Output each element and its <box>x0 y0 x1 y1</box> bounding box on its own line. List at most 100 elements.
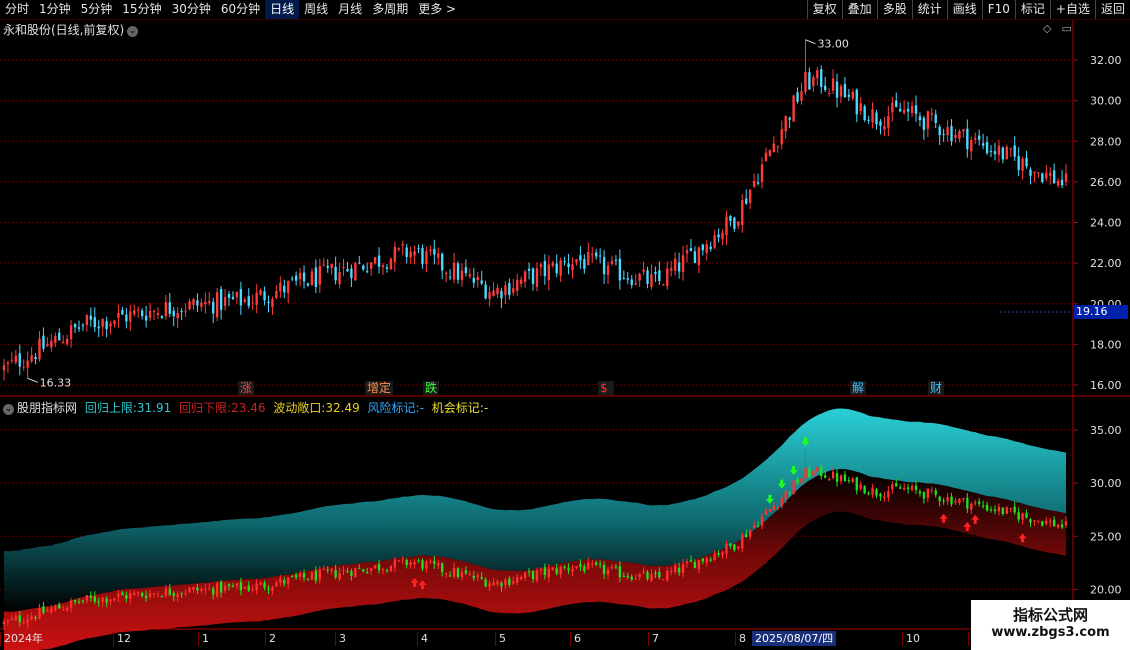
diamond-icon[interactable]: ◇ <box>1043 22 1051 35</box>
candle-body <box>54 336 57 343</box>
candle-body <box>883 126 886 130</box>
indicator-candle-body <box>922 492 926 499</box>
indicator-candle-body <box>816 467 819 472</box>
indicator-candle-body <box>488 583 491 587</box>
window-icon[interactable]: ▭ <box>1061 22 1071 35</box>
candle-body <box>812 77 815 87</box>
indicator-candle-body <box>954 501 957 503</box>
indicator-candle-body <box>105 598 108 603</box>
indicator-candle-body <box>997 506 1001 512</box>
candle-body <box>239 289 243 306</box>
candle-body <box>496 288 499 295</box>
candle-body <box>938 126 941 136</box>
candle-body <box>421 247 424 264</box>
candle-body <box>567 263 570 268</box>
candle-body <box>531 268 535 284</box>
indicator-candle-body <box>993 509 997 512</box>
indicator-candle-body <box>417 560 420 562</box>
indicator-candle-body <box>358 567 361 569</box>
indicator-candle-body <box>689 560 693 562</box>
indicator-candle-body <box>97 601 100 603</box>
indicator-candle-body <box>93 596 96 602</box>
indicator-candle-body <box>81 600 85 602</box>
indicator-candle-body <box>875 489 878 496</box>
indicator-candle-body <box>642 571 645 573</box>
candle-body <box>298 272 302 280</box>
indicator-candle-body <box>1017 512 1020 520</box>
indicator-candle-body <box>464 570 468 574</box>
chevron-down-icon[interactable]: ⌄ <box>127 26 139 37</box>
candle-body <box>314 267 318 287</box>
indicator-candle-body <box>760 516 764 526</box>
candle-body <box>981 143 985 146</box>
chart-canvas[interactable]: 32.00 30.00 28.00 26.00 24.00 22.00 20.00 18.00… <box>0 0 1130 650</box>
indicator-candle-body <box>701 558 704 562</box>
candle-body <box>1005 146 1008 160</box>
candle-body <box>362 265 365 270</box>
chevron-down-icon[interactable]: ⌄ <box>3 404 14 415</box>
main-chart-icons: ◇ ▭ <box>1043 22 1082 35</box>
candle-body <box>267 301 270 304</box>
indicator-candle-body <box>38 607 41 619</box>
indicator-candle-body <box>531 570 535 580</box>
candle-body <box>701 244 704 251</box>
indicator-candle-body <box>583 566 586 572</box>
indicator-candle-body <box>930 489 933 491</box>
indicator-candle-body <box>85 595 89 601</box>
candle-body <box>500 290 503 299</box>
candle-body <box>417 248 420 250</box>
candle-body <box>638 273 641 281</box>
indicator-candle-body <box>89 595 93 598</box>
indicator-candle-body <box>129 593 132 599</box>
candle-body <box>50 340 53 348</box>
indicator-candle-body <box>231 585 235 587</box>
candle-body <box>1029 169 1032 176</box>
indicator-axis-label: 20.00 <box>1090 583 1122 596</box>
candle-body <box>1045 172 1048 179</box>
candle-body <box>523 271 527 282</box>
indicator-candle-body <box>788 492 791 494</box>
indicator-candle-body <box>851 478 855 483</box>
candle-body <box>243 299 246 303</box>
indicator-candle-body <box>843 474 847 482</box>
indicator-candle-body <box>140 593 144 596</box>
candle-body <box>42 335 45 349</box>
candle-body <box>200 302 203 307</box>
indicator-candle-body <box>121 592 124 596</box>
indicator-candle-body <box>634 578 637 580</box>
candle-body <box>1049 172 1052 176</box>
candle-body <box>768 149 772 156</box>
indicator-candle-body <box>1049 520 1052 523</box>
candle-body <box>346 269 349 272</box>
candle-body <box>902 109 906 114</box>
indicator-candle-body <box>717 553 720 555</box>
candle-body <box>219 288 223 310</box>
candle-body <box>693 251 697 263</box>
indicator-candle-body <box>144 595 148 599</box>
candle-body <box>62 341 65 344</box>
indicator-name[interactable]: 股朋指标网 <box>17 401 77 415</box>
indicator-candle-body <box>914 485 918 491</box>
candle-body <box>970 140 973 152</box>
candle-body <box>993 151 997 155</box>
candle-body <box>630 279 633 285</box>
candle-body <box>958 131 961 139</box>
candle-body <box>14 355 18 363</box>
indicator-candle-body <box>756 525 760 527</box>
candle-body <box>527 268 531 271</box>
indicator-candle-body <box>891 484 894 490</box>
candle-body <box>595 252 598 257</box>
indicator-candle-body <box>452 567 456 577</box>
indicator-candle-body <box>377 564 381 571</box>
watermark-url: www.zbgs3.com <box>991 625 1110 640</box>
candle-body <box>1009 148 1012 150</box>
indicator-candle-body <box>26 619 29 623</box>
indicator-candle-body <box>34 617 37 619</box>
indicator-candle-body <box>247 585 250 591</box>
risk-label: 风险标记: <box>367 401 420 415</box>
candle-body <box>571 264 574 271</box>
candle-body <box>231 296 235 300</box>
candle-body <box>827 92 831 94</box>
indicator-candle-body <box>946 496 949 502</box>
candle-body <box>666 268 669 287</box>
